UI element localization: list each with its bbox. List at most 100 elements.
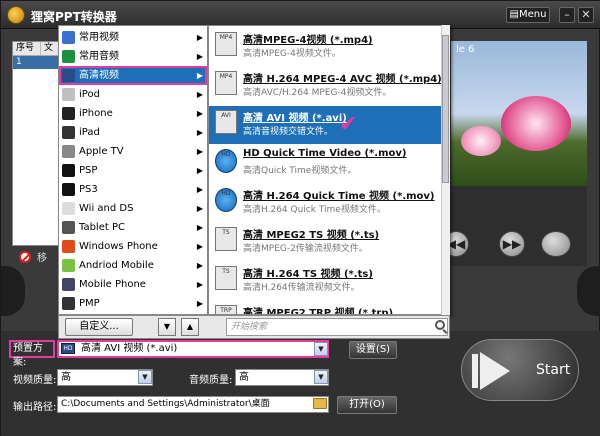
- ps3-icon: [62, 183, 75, 196]
- move-down-button[interactable]: ▼: [158, 318, 176, 336]
- format-description: 高清H.264 Quick Time视频文件。: [243, 205, 386, 215]
- submenu-arrow-icon: ▶: [196, 109, 203, 118]
- menu-item-ipod[interactable]: iPod ▶: [59, 85, 207, 104]
- file-list[interactable]: 序号 文 1: [12, 41, 60, 246]
- format-title: 高清 MPEG2 TS 视频 (*.ts): [243, 230, 380, 241]
- preset-select[interactable]: 高清 AVI 视频 (*.avi): [57, 340, 329, 358]
- menu-item-label: Mobile Phone: [79, 279, 146, 290]
- menu-item-label: 常用音频: [79, 51, 119, 62]
- format-title: 高清 H.264 TS 视频 (*.ts): [243, 269, 373, 280]
- search-icon[interactable]: [435, 320, 445, 330]
- flower-image-small: [461, 126, 501, 156]
- flower-image: [501, 96, 571, 151]
- format-description: 高清MPEG-2传输流视频文件。: [243, 244, 368, 254]
- format-item[interactable]: TS 高清 H.264 TS 视频 (*.ts) 高清H.264传输流视频文件。: [209, 262, 441, 300]
- format-title: 高清MPEG-4视频 (*.mp4): [243, 35, 373, 46]
- search-input[interactable]: 开始搜索: [226, 318, 448, 336]
- menu-item-label: Wii and DS: [79, 203, 134, 214]
- submenu-arrow-icon: ▶: [196, 204, 203, 213]
- audio-quality-label: 音频质量:: [189, 375, 233, 386]
- menu-button[interactable]: ▤Menu: [506, 7, 550, 23]
- output-path-input[interactable]: C:\Documents and Settings\Administrator\…: [57, 396, 329, 413]
- video-preview: [451, 41, 587, 186]
- submenu-arrow-icon: ▶: [196, 185, 203, 194]
- menu-item-apple-tv[interactable]: Apple TV ▶: [59, 142, 207, 161]
- format-title: 高清 H.264 MPEG-4 AVC 视频 (*.mp4): [243, 74, 442, 85]
- close-button[interactable]: ✕: [578, 7, 594, 23]
- open-folder-button[interactable]: 打开(O): [337, 396, 397, 414]
- submenu-arrow-icon: ▶: [196, 280, 203, 289]
- format-item[interactable]: MP4 高清MPEG-4视频 (*.mp4) 高清MPEG-4视频文件。: [209, 28, 441, 66]
- menu-item-windows[interactable]: Windows Phone ▶: [59, 237, 207, 256]
- format-item[interactable]: MP4 高清 H.264 MPEG-4 AVC 视频 (*.mp4) 高清AVC/H…: [209, 67, 442, 105]
- remove-control[interactable]: 移: [19, 249, 47, 264]
- format-item[interactable]: HD 高清 H.264 Quick Time 视频 (*.mov) 高清H.264 …: [209, 184, 441, 222]
- menu-item-audio[interactable]: 常用音频 ▶: [59, 47, 207, 66]
- output-path-label: 输出路径:: [13, 402, 57, 413]
- menu-item-android[interactable]: Andriod Mobile ▶: [59, 256, 207, 275]
- menu-item-label: PSP: [79, 165, 98, 176]
- menu-item-ps3[interactable]: PS3 ▶: [59, 180, 207, 199]
- column-file[interactable]: 文: [41, 42, 59, 55]
- menu-item-wii[interactable]: Wii and DS ▶: [59, 199, 207, 218]
- move-up-button[interactable]: ▲: [181, 318, 199, 336]
- remove-label: 移: [37, 253, 47, 264]
- format-item[interactable]: AVI 高清 AVI 视频 (*.avi) 高清音视频交错文件。 ✔: [209, 106, 441, 144]
- ipod-icon: [62, 88, 75, 101]
- remove-icon[interactable]: [19, 250, 31, 263]
- settings-button[interactable]: 设置(S): [349, 341, 397, 359]
- menu-item-label: PMP: [79, 298, 100, 309]
- custom-button[interactable]: 自定义...: [65, 318, 133, 336]
- row-index: 1: [16, 57, 22, 67]
- audio-quality-dropdown-icon[interactable]: ▼: [314, 370, 328, 384]
- start-button[interactable]: Start: [461, 339, 579, 401]
- menu-item-hd-video[interactable]: 高清视频 ▶: [59, 66, 207, 85]
- menu-item-video[interactable]: 常用视频 ▶: [59, 28, 207, 47]
- menu-item-psp[interactable]: PSP ▶: [59, 161, 207, 180]
- format-item[interactable]: TS 高清 MPEG2 TS 视频 (*.ts) 高清MPEG-2传输流视频文件。: [209, 223, 441, 261]
- preset-dropdown-icon[interactable]: ▼: [314, 342, 328, 356]
- format-item[interactable]: HD HD Quick Time Video (*.mov) 高清Quick Tim…: [209, 145, 441, 183]
- menu-item-iphone[interactable]: iPhone ▶: [59, 104, 207, 123]
- start-bar-icon: [472, 354, 478, 388]
- ts-h264-icon: TS: [215, 266, 237, 290]
- submenu-arrow-icon: ▶: [196, 52, 203, 61]
- fast-forward-button[interactable]: [541, 231, 571, 257]
- preview-controls: ◀◀ ▶▶: [443, 186, 587, 266]
- submenu-arrow-icon: ▶: [196, 128, 203, 137]
- psp-icon: [62, 164, 75, 177]
- minimize-button[interactable]: –: [559, 7, 575, 23]
- hd-video-icon: [62, 69, 75, 82]
- quicktime-h264-icon: HD: [215, 188, 237, 212]
- start-label: Start: [536, 362, 571, 378]
- menu-item-label: Andriod Mobile: [79, 260, 154, 271]
- mp4-avc-icon: MP4: [215, 71, 237, 95]
- menu-item-label: iPod: [79, 89, 100, 100]
- submenu-arrow-icon: ▶: [196, 242, 203, 251]
- menu-item-tablet[interactable]: Tablet PC ▶: [59, 218, 207, 237]
- app-title: 狸窝PPT转换器: [31, 10, 117, 24]
- menu-item-mobile[interactable]: Mobile Phone ▶: [59, 275, 207, 294]
- menu-item-ipad[interactable]: iPad ▶: [59, 123, 207, 142]
- format-description: 高清AVC/H.264 MPEG-4视频文件。: [243, 88, 392, 98]
- file-list-row[interactable]: 1: [13, 56, 59, 69]
- format-item[interactable]: TRP 高清 MPEG2 TRP 视频 (*.trp): [209, 301, 441, 314]
- menu-item-label: Tablet PC: [79, 222, 125, 233]
- mp4-icon: MP4: [215, 32, 237, 56]
- format-title: HD Quick Time Video (*.mov): [243, 148, 407, 159]
- video-quality-dropdown-icon[interactable]: ▼: [138, 370, 152, 384]
- submenu-arrow-icon: ▶: [196, 166, 203, 175]
- submenu-arrow-icon: ▶: [196, 147, 203, 156]
- column-index[interactable]: 序号: [13, 42, 41, 55]
- pmp-icon: [62, 297, 75, 310]
- menu-item-label: PS3: [79, 184, 98, 195]
- main-window: 狸窝PPT转换器 ▤Menu – ✕ 序号 文 1 移 le 6 ◀◀ ▶▶ 预…: [0, 0, 600, 436]
- folder-icon[interactable]: [313, 398, 327, 409]
- next-button[interactable]: ▶▶: [499, 231, 525, 257]
- menu-item-pmp[interactable]: PMP ▶: [59, 294, 207, 313]
- submenu-arrow-icon: ▶: [196, 71, 203, 80]
- video-icon: [62, 31, 75, 44]
- scrollbar-thumb[interactable]: [442, 35, 449, 183]
- menu-item-label: iPad: [79, 127, 100, 138]
- play-icon: [480, 352, 510, 390]
